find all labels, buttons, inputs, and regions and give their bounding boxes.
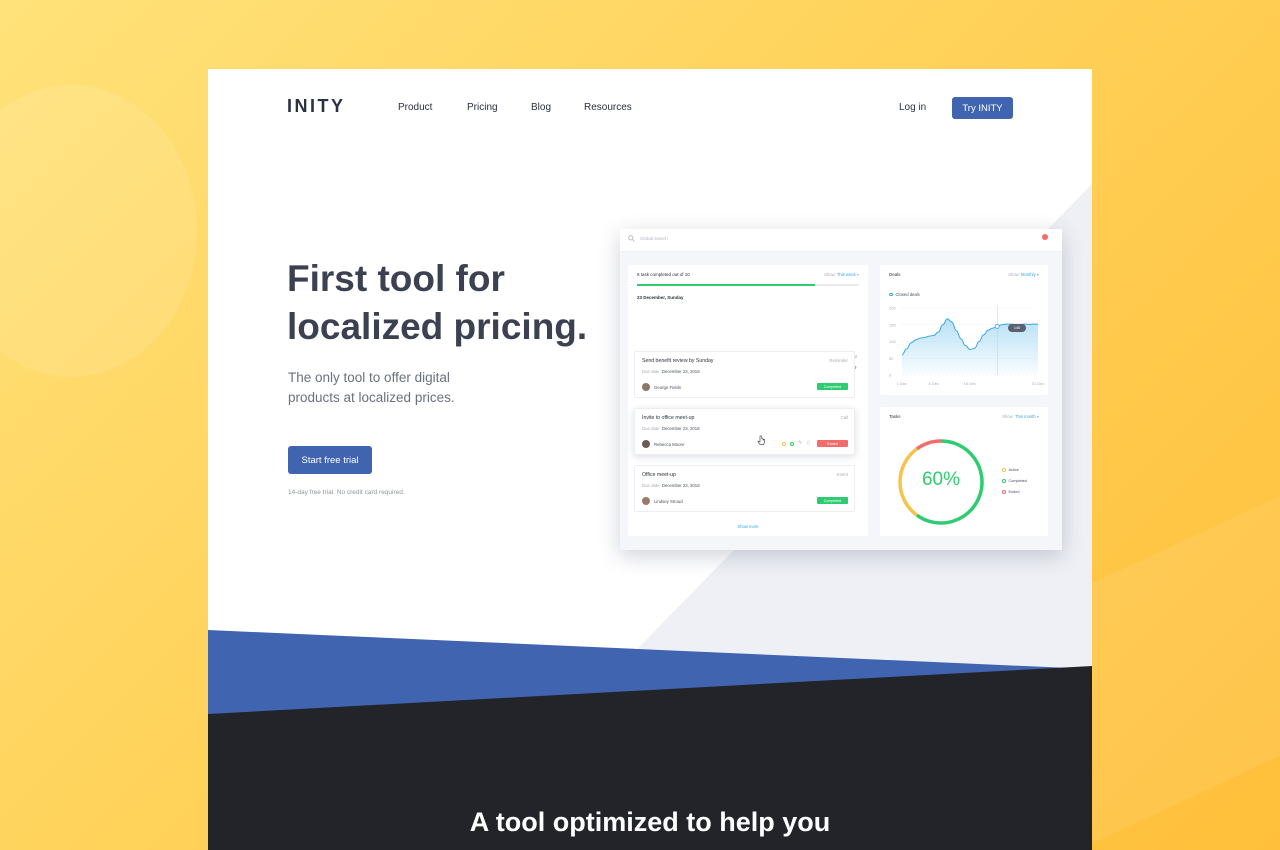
task-item[interactable]: Office meet-up Event Due date: December …: [634, 465, 855, 512]
task-item[interactable]: Send benefit review by Sunday Reminder D…: [634, 351, 855, 398]
active-status-icon[interactable]: [782, 442, 786, 446]
task-assignee: Lindsey Stroud: [654, 499, 683, 504]
y-tick-label: 150: [889, 322, 896, 327]
tasks-list-card: 8 task completed out of 10 Show: This we…: [628, 265, 868, 536]
legend-completed: Completed: [1002, 479, 1027, 483]
y-tick-label: 100: [889, 339, 896, 344]
task-due-date: Due date: December 23, 2018: [642, 369, 700, 374]
cursor-icon: [757, 435, 765, 445]
tasks-stats-card: Tasks Show: This month ▾ 60% Active Comp…: [880, 407, 1048, 536]
nav-link-blog[interactable]: Blog: [531, 102, 551, 113]
trash-icon[interactable]: ▯: [807, 440, 810, 446]
x-tick-label: 1 Dec: [897, 381, 907, 386]
status-badge: Completed: [817, 497, 848, 504]
landing-page: INITY Product Pricing Blog Resources Log…: [208, 69, 1092, 850]
legend-active: Active: [1002, 468, 1019, 472]
x-tick-label: 31 Dec: [1032, 381, 1045, 386]
donut-percent-label: 60%: [921, 469, 961, 490]
tasks-date: 23 December, Sunday: [637, 295, 684, 300]
tasks-period-value: This week: [836, 272, 856, 277]
avatar: [642, 440, 650, 448]
task-type: Reminder: [829, 358, 848, 363]
task-due-date: Due date: December 23, 2018: [642, 426, 700, 431]
data-point: [994, 324, 1000, 329]
tasks-progress-fill: [637, 284, 815, 286]
donut-slice-ended: [915, 439, 942, 451]
hero-subtitle: The only tool to offer digital products …: [288, 370, 455, 405]
trial-note: 14-day free trial. No credit card requir…: [288, 489, 405, 496]
task-title: Office meet-up: [642, 472, 676, 478]
avatar: [642, 497, 650, 505]
y-tick-label: 200: [889, 306, 896, 311]
search-icon: [628, 235, 635, 242]
task-item[interactable]: Invite to office meet-up Call Due date: …: [634, 408, 855, 455]
legend-label: Ended: [1008, 490, 1020, 494]
nav-link-resources[interactable]: Resources: [584, 102, 632, 113]
y-tick-label: 50: [889, 356, 894, 361]
legend-ended: Ended: [1002, 490, 1019, 494]
edit-icon[interactable]: ✎: [798, 440, 802, 446]
tasks-progress-text: 8 task completed out of 10: [637, 272, 690, 277]
legend-label: Active: [1008, 468, 1019, 472]
complete-status-icon[interactable]: [790, 442, 794, 446]
legend-dot-icon: [1002, 479, 1006, 483]
login-link[interactable]: Log in: [899, 102, 926, 113]
legend-label: Completed: [1008, 479, 1027, 483]
tasks-period-select[interactable]: Show: This week ▾: [824, 272, 859, 277]
x-tick-label: 16 Dec: [964, 381, 977, 386]
dashboard-preview: Global search 8 task completed out of 10…: [620, 229, 1062, 550]
tasks-progress-track: [637, 284, 859, 286]
task-assignee: Rebecca Moore: [654, 442, 685, 447]
global-search-input[interactable]: Global search: [640, 236, 668, 241]
show-more-link[interactable]: Show more: [628, 524, 868, 529]
y-tick-label: 0: [889, 373, 892, 378]
nav-link-pricing[interactable]: Pricing: [467, 102, 498, 113]
task-type: Event: [837, 472, 848, 477]
task-title: Send benefit review by Sunday: [642, 358, 714, 364]
background-shape: [1090, 495, 1280, 845]
nav-link-product[interactable]: Product: [398, 102, 432, 113]
section-title: A tool optimized to help you: [469, 807, 831, 837]
legend-dot-icon: [1002, 490, 1006, 494]
logo[interactable]: INITY: [287, 96, 346, 117]
hero-title: First tool for localized pricing.: [287, 258, 588, 347]
legend-dot-icon: [1002, 468, 1006, 472]
task-title: Invite to office meet-up: [642, 415, 695, 421]
status-badge: Ended: [817, 440, 848, 447]
deals-card: Deals Show: Monthly ▾ Closed deals 0 50 10…: [880, 265, 1048, 395]
background-circle: [0, 85, 197, 377]
notification-icon[interactable]: [1042, 234, 1048, 240]
chart-tooltip: 145: [1008, 324, 1026, 332]
x-tick-label: 8 Dec: [929, 381, 939, 386]
avatar: [642, 383, 650, 391]
task-assignee: George Fields: [654, 385, 681, 390]
chevron-down-icon: ▾: [856, 272, 859, 277]
start-free-trial-button[interactable]: Start free trial: [288, 446, 372, 474]
try-inity-button[interactable]: Try INITY: [952, 97, 1013, 119]
task-due-date: Due date: December 23, 2018: [642, 483, 700, 488]
tasks-show-label: Show:: [824, 272, 836, 277]
task-type: Call: [840, 415, 848, 420]
dashboard-topbar: Global search: [620, 229, 1062, 252]
status-badge: Completed: [817, 383, 848, 390]
